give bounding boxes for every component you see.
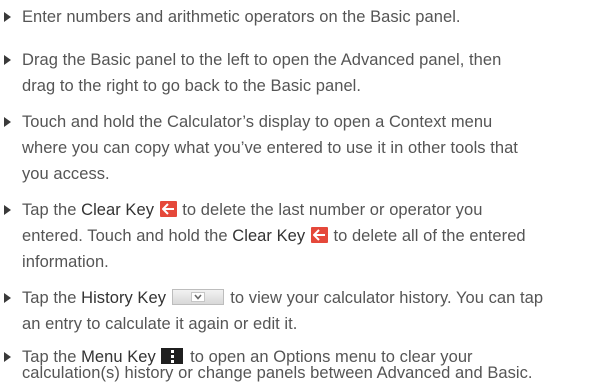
history-key-label: History Key bbox=[81, 289, 167, 307]
instruction-line: Tap the History Key to view your calcula… bbox=[22, 288, 543, 308]
instruction-line: an entry to calculate it again or edit i… bbox=[22, 315, 298, 333]
history-key-chevron-icon bbox=[171, 289, 224, 305]
bullet-icon bbox=[4, 117, 11, 127]
text-segment: to delete all of the entered bbox=[328, 227, 526, 245]
clear-key-label: Clear Key bbox=[81, 201, 155, 219]
instruction-line: information. bbox=[22, 253, 109, 271]
text-segment: entered. Touch and hold the bbox=[22, 227, 233, 245]
text-segment: to delete the last number or operator yo… bbox=[177, 201, 483, 219]
clear-key-label: Clear Key bbox=[232, 227, 306, 245]
text-segment: to view your calculator history. You can… bbox=[225, 289, 544, 307]
bullet-icon bbox=[4, 12, 11, 22]
chevron-down-icon bbox=[190, 292, 205, 302]
bullet-icon bbox=[4, 352, 11, 362]
bullet-icon bbox=[4, 293, 11, 303]
text-segment: Tap the bbox=[22, 289, 82, 307]
bullet-icon bbox=[4, 205, 11, 215]
instruction-line: where you can copy what you’ve entered t… bbox=[22, 139, 518, 157]
instruction-line: Drag the Basic panel to the left to open… bbox=[22, 51, 502, 69]
instruction-line: calculation(s) history or change panels … bbox=[22, 364, 533, 382]
instruction-line: entered. Touch and hold the Clear Key to… bbox=[22, 226, 526, 246]
clear-key-arrow-icon bbox=[159, 201, 177, 217]
bullet-icon bbox=[4, 55, 11, 65]
clear-key-arrow-icon bbox=[310, 227, 328, 243]
instruction-line: Tap the Clear Key to delete the last num… bbox=[22, 200, 482, 220]
text-segment: Tap the bbox=[22, 201, 82, 219]
instruction-line: Touch and hold the Calculator’s display … bbox=[22, 113, 493, 131]
instruction-line: you access. bbox=[22, 165, 110, 183]
menu-key-dots-icon bbox=[161, 348, 184, 364]
instruction-line: drag to the right to go back to the Basi… bbox=[22, 77, 362, 95]
instruction-line: Enter numbers and arithmetic operators o… bbox=[22, 8, 461, 26]
